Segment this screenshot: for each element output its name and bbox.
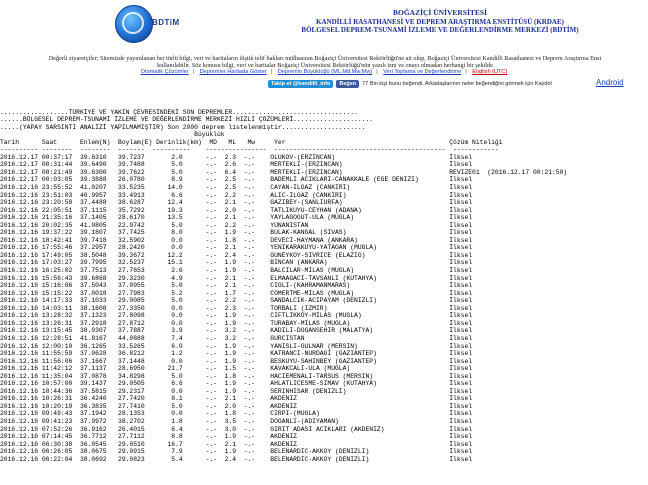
event-row: 2016.12.16 17:03:27 39.7995 32.5237 15.1… — [0, 259, 473, 267]
event-row: 2016.12.16 23:51:03 40.9957 33.4913 6.6 … — [0, 191, 473, 199]
nav-links: Otomatik Çözümler | Depremler Haritada Gö… — [140, 69, 508, 75]
link-english[interactable]: English (UTC) — [472, 69, 507, 75]
event-row: 2016.12.17 00:31:44 39.6490 39.7488 5.0 … — [0, 161, 473, 169]
facebook-like-count: 77 Bin kişi bunu beğendi. Arkadaşlarının… — [362, 81, 552, 87]
event-row: 2016.12.16 13:28:32 37.1323 27.8098 0.0 … — [0, 312, 473, 320]
event-row: 2016.12.16 09:49:43 37.1942 28.1353 0.0 … — [0, 410, 473, 418]
title-institute: KANDİLLİ RASATHANESİ VE DEPREM ARAŞTIRMA… — [316, 17, 564, 26]
android-app-link[interactable]: Android — [596, 78, 624, 87]
event-row: 2016.12.16 12:00:10 36.1265 33.5265 6.0 … — [0, 342, 473, 350]
event-row: 2016.12.16 11:55:59 37.0628 36.8212 1.2 … — [0, 350, 473, 358]
event-row: 2016.12.16 06:22:04 38.0692 29.0823 5.4 … — [0, 455, 473, 463]
earthquake-listing: ..................TÜRKİYE VE YAKIN ÇEVRE… — [0, 101, 648, 463]
notice-line-1: Değerli ziyaretçiler; Sitemizde yayımlan… — [48, 55, 602, 62]
listing-header-line: Tarih Saat Enlem(N) Boylam(E) Derinlik(k… — [0, 138, 503, 146]
event-row: 2016.12.16 15:16:06 37.5043 37.0955 5.0 … — [0, 282, 473, 290]
listing-header-line: ---------- -------- -------- ------- ---… — [0, 146, 499, 154]
link-automatic-solutions[interactable]: Otomatik Çözümler — [141, 69, 189, 75]
event-row: 2016.12.16 21:35:16 37.1405 28.6170 13.5… — [0, 214, 473, 222]
event-row: 2016.12.17 00:03:05 39.3888 26.0780 8.9 … — [0, 176, 473, 184]
event-row: 2016.12.16 19:37:22 39.1807 37.7425 8.0 … — [0, 229, 473, 237]
twitter-follow-button[interactable]: Takip et @kandilli_info — [268, 80, 334, 88]
event-row: 2016.12.16 17:55:46 37.2957 28.2420 0.0 … — [0, 244, 473, 252]
event-row: 2016.12.16 06:26:05 38.0675 29.0915 7.9 … — [0, 448, 473, 456]
notice-line-2: kullanılabilir. Söz konusu bilgi, veri v… — [157, 62, 493, 69]
event-row: 2016.12.16 07:52:26 36.9162 26.4015 6.4 … — [0, 425, 473, 433]
event-row: 2016.12.16 11:42:12 37.1137 28.6950 21.7… — [0, 365, 473, 373]
link-map-view[interactable]: Depremler Haritada Göster — [200, 69, 267, 75]
event-row: 2016.12.16 11:56:06 37.1667 37.1448 0.0 … — [0, 357, 473, 365]
event-row: 2016.12.16 09:41:23 37.9972 38.2702 1.8 … — [0, 417, 473, 425]
event-row: 2016.12.16 16:25:02 37.7513 27.7653 2.6 … — [0, 267, 473, 275]
listing-header-line: .....(YAPAY SARSINTI ANALİZİ YAPILMAMIŞT… — [0, 123, 366, 131]
event-row: 2016.12.16 13:15:45 38.0307 37.7887 3.9 … — [0, 327, 473, 335]
site-header: BDTiM BOĞAZİÇİ ÜNİVERSİTESİ KANDİLLİ RAS… — [0, 0, 648, 48]
logo-ring-icon — [122, 12, 144, 34]
copyright-notice: Değerli ziyaretçiler; Sitemizde yayımlan… — [2, 55, 648, 69]
event-row: 2016.12.16 23:55:52 41.0207 33.5235 14.0… — [0, 184, 473, 192]
event-row: 2016.12.16 15:56:43 39.6868 29.3230 4.9 … — [0, 274, 473, 282]
facebook-like-button[interactable]: Beğen — [336, 80, 360, 88]
bdtim-logo-icon[interactable] — [115, 5, 153, 43]
listing-header-line: ......BÖLGESEL DEPREM-TSUNAMİ İZLEME VE … — [0, 116, 374, 124]
listing-header-line: ..................TÜRKİYE VE YAKIN ÇEVRE… — [0, 108, 358, 116]
event-row: 2016.12.16 10:57:00 39.1437 29.0505 6.6 … — [0, 380, 473, 388]
link-data-collection[interactable]: Veri Toplama ve Değerlendirme — [383, 69, 461, 75]
page-title: BOĞAZİÇİ ÜNİVERSİTESİ KANDİLLİ RASATHANE… — [290, 8, 590, 35]
social-bar: Takip et @kandilli_info Beğen 77 Bin kiş… — [268, 79, 552, 89]
title-center: BÖLGESEL DEPREM-TSUNAMİ İZLEME VE DEĞERL… — [301, 26, 579, 34]
title-university: BOĞAZİÇİ ÜNİVERSİTESİ — [393, 8, 487, 17]
link-magnitude-info[interactable]: Depremin Büyüklüğü (ML,Md,Mw,Mw) — [278, 69, 373, 75]
listing-header-line: Büyüklük — [0, 131, 225, 139]
logo-text: BDTiM — [152, 18, 180, 27]
event-row: 2016.12.16 14:17:33 37.1033 29.0085 5.0 … — [0, 297, 473, 305]
event-row: 2016.12.16 10:26:31 36.4240 27.7420 8.1 … — [0, 395, 473, 403]
event-row: 2016.12.16 07:14:45 36.7712 27.7112 8.8 … — [0, 433, 473, 441]
listing-header-line — [0, 101, 648, 109]
event-row: 2016.12.16 23:20:58 37.4488 38.6287 12.4… — [0, 199, 473, 207]
event-row: 2016.12.16 12:28:51 41.8167 44.0888 7.4 … — [0, 334, 473, 342]
